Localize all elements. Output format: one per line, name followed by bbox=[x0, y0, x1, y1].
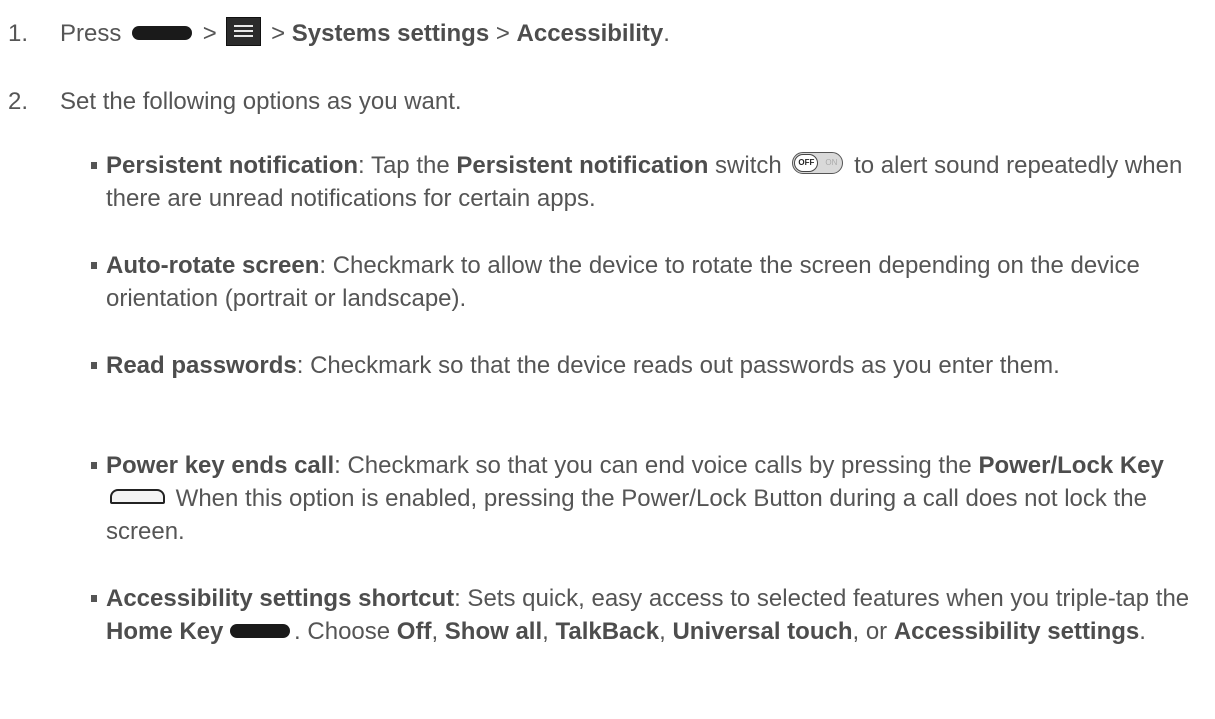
bullet-icon bbox=[91, 462, 97, 469]
text: , bbox=[542, 618, 556, 645]
switch-on-label: ON bbox=[825, 157, 838, 167]
option-text: Accessibility settings shortcut: Sets qu… bbox=[106, 582, 1206, 648]
choice-off: Off bbox=[396, 618, 432, 645]
period: . bbox=[663, 20, 670, 47]
bullet-icon bbox=[91, 362, 97, 369]
home-key-icon bbox=[132, 25, 193, 40]
option-title: Accessibility settings shortcut bbox=[106, 585, 455, 612]
option-title: Auto-rotate screen bbox=[106, 252, 320, 279]
text: : Checkmark so that the device reads out… bbox=[296, 352, 1060, 379]
option-title: Power key ends call bbox=[106, 452, 335, 479]
step-text: Set the following options as you want. bbox=[60, 88, 462, 115]
bullet-icon bbox=[91, 595, 97, 602]
text: When this option is enabled, pressing th… bbox=[106, 485, 1147, 545]
text: . bbox=[1139, 618, 1146, 645]
choice-accessibility-settings: Accessibility settings bbox=[893, 618, 1140, 645]
power-lock-key-text: Power/Lock Key bbox=[978, 452, 1164, 479]
option-text: Auto-rotate screen: Checkmark to allow t… bbox=[106, 249, 1206, 315]
text: switch bbox=[708, 152, 789, 179]
text: , bbox=[659, 618, 673, 645]
text: : Checkmark so that you can end voice ca… bbox=[334, 452, 979, 479]
text: . Choose bbox=[294, 618, 397, 645]
separator: > bbox=[271, 20, 286, 47]
bullet-icon bbox=[91, 262, 97, 269]
option-title: Read passwords bbox=[106, 352, 297, 379]
home-key-icon bbox=[230, 623, 291, 638]
option-title: Persistent notification bbox=[106, 152, 359, 179]
switch-off-label: OFF bbox=[794, 153, 819, 172]
choice-talkback: TalkBack bbox=[555, 618, 660, 645]
step-number: 1. bbox=[8, 20, 29, 47]
bullet-icon bbox=[91, 162, 97, 169]
home-key-text: Home Key bbox=[106, 618, 224, 645]
instruction-page: 1. Press > > Systems settings > Accessib… bbox=[0, 0, 1215, 719]
accessibility-text: Accessibility bbox=[516, 20, 664, 47]
text: : Sets quick, easy access to selected fe… bbox=[454, 585, 1190, 612]
step-number: 2. bbox=[8, 88, 29, 115]
text: , or bbox=[852, 618, 894, 645]
text: , bbox=[431, 618, 445, 645]
choice-universal-touch: Universal touch bbox=[672, 618, 853, 645]
power-lock-key-icon bbox=[110, 489, 165, 505]
switch-name: Persistent notification bbox=[456, 152, 709, 179]
text: : Tap the bbox=[358, 152, 457, 179]
option-text: Persistent notification: Tap the Persist… bbox=[106, 149, 1206, 215]
step-text: Press > > Systems settings > Accessibili… bbox=[60, 17, 670, 50]
systems-settings-text: Systems settings bbox=[291, 20, 490, 47]
separator: > bbox=[495, 20, 510, 47]
option-text: Power key ends call: Checkmark so that y… bbox=[106, 449, 1206, 548]
press-text: Press bbox=[60, 20, 122, 47]
option-text: Read passwords: Checkmark so that the de… bbox=[106, 349, 1206, 382]
menu-key-icon bbox=[226, 17, 262, 47]
separator: > bbox=[202, 20, 217, 47]
choice-show-all: Show all bbox=[444, 618, 543, 645]
off-on-switch-icon: OFF ON bbox=[792, 151, 844, 174]
